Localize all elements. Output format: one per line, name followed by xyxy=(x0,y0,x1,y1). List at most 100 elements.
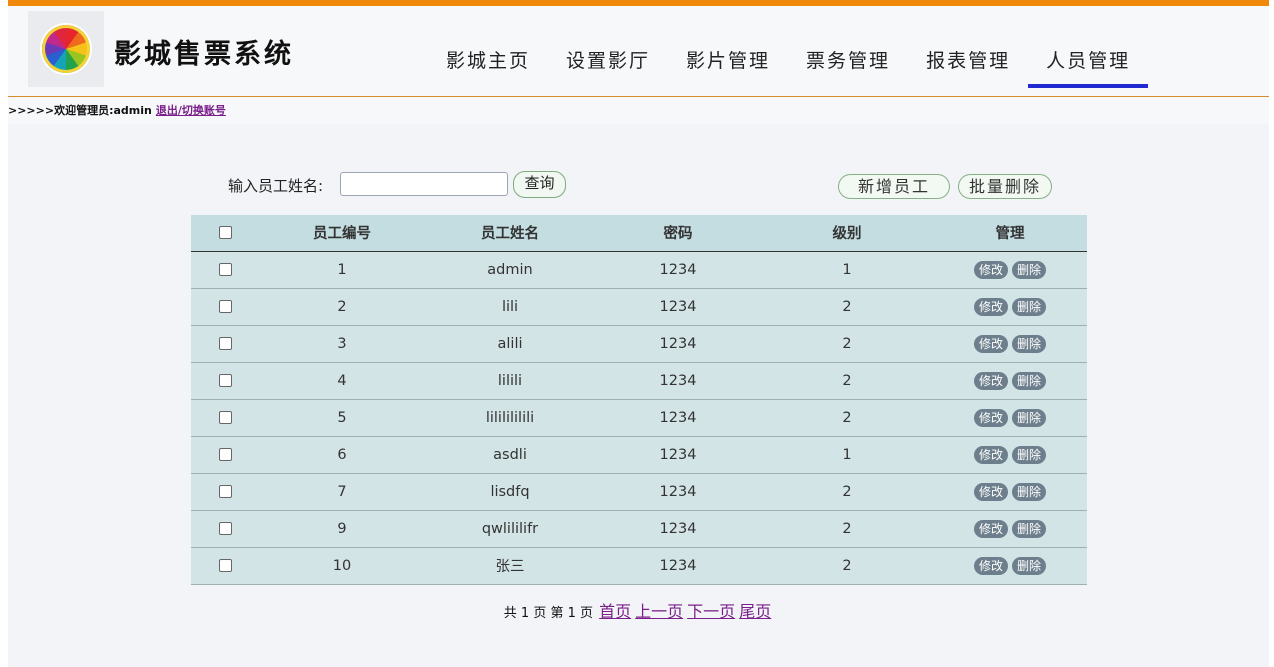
select-all-checkbox[interactable] xyxy=(218,226,232,240)
page-summary: 共 1 页 第 1 页 xyxy=(503,606,593,621)
cell-id: 2 xyxy=(259,288,425,326)
nav-item-reports[interactable]: 报表管理 xyxy=(908,46,1028,88)
cell-id: 1 xyxy=(259,251,425,289)
delete-button[interactable]: 删除 xyxy=(1012,371,1047,390)
cell-name: alili xyxy=(425,325,595,363)
nav-item-movies[interactable]: 影片管理 xyxy=(668,46,788,88)
cell-name: admin xyxy=(425,251,595,289)
batch-delete-button[interactable]: 批量删除 xyxy=(958,174,1052,199)
delete-button[interactable]: 删除 xyxy=(1012,445,1047,464)
row-checkbox[interactable] xyxy=(218,522,232,535)
last-page-link[interactable]: 尾页 xyxy=(739,602,771,621)
edit-button[interactable]: 修改 xyxy=(973,297,1008,316)
cell-id: 10 xyxy=(259,547,425,585)
row-checkbox[interactable] xyxy=(218,263,232,276)
cell-name: lililililili xyxy=(425,399,595,437)
cell-level: 2 xyxy=(761,510,933,548)
column-header-manage: 管理 xyxy=(933,215,1087,252)
nav-item-tickets[interactable]: 票务管理 xyxy=(788,46,908,88)
nav-item-staff[interactable]: 人员管理 xyxy=(1028,46,1149,88)
cell-manage: 修改 删除 xyxy=(933,362,1087,400)
cell-name: lili xyxy=(425,288,595,326)
cell-manage: 修改 删除 xyxy=(933,399,1087,437)
cell-level: 1 xyxy=(761,251,933,289)
cell-name: lisdfq xyxy=(425,473,595,511)
first-page-link[interactable]: 首页 xyxy=(599,602,631,621)
row-checkbox[interactable] xyxy=(218,559,232,572)
cell-name: qwlililifr xyxy=(425,510,595,548)
nav-item-halls[interactable]: 设置影厅 xyxy=(548,46,668,88)
delete-button[interactable]: 删除 xyxy=(1012,297,1047,316)
cell-manage: 修改 删除 xyxy=(933,288,1087,326)
cell-level: 2 xyxy=(761,362,933,400)
cell-id: 3 xyxy=(259,325,425,363)
cell-name: lilili xyxy=(425,362,595,400)
delete-button[interactable]: 删除 xyxy=(1012,334,1047,353)
app-title: 影城售票系统 xyxy=(114,39,294,70)
edit-button[interactable]: 修改 xyxy=(973,556,1008,575)
cell-password: 1234 xyxy=(595,473,761,511)
row-checkbox[interactable] xyxy=(218,300,232,313)
cell-manage: 修改 删除 xyxy=(933,510,1087,548)
color-wheel-logo-icon xyxy=(42,25,90,73)
table-header-row: 员工编号 员工姓名 密码 级别 管理 xyxy=(191,215,1087,252)
table-body: 1 admin 1234 1 修改 删除 2 lili 1234 2 修改 删除 3 alili 1234 2… xyxy=(191,251,1087,585)
table-row: 5 lililililili 1234 2 修改 删除 xyxy=(191,399,1087,437)
row-checkbox[interactable] xyxy=(218,448,232,461)
cell-password: 1234 xyxy=(595,399,761,437)
cell-name: 张三 xyxy=(425,547,595,585)
edit-button[interactable]: 修改 xyxy=(973,371,1008,390)
next-page-link[interactable]: 下一页 xyxy=(687,602,735,621)
add-employee-button[interactable]: 新增员工 xyxy=(838,174,950,199)
edit-button[interactable]: 修改 xyxy=(973,519,1008,538)
cell-password: 1234 xyxy=(595,547,761,585)
logout-link[interactable]: 退出/切换账号 xyxy=(156,104,226,117)
header: 影城售票系统 影城主页 设置影厅 影片管理 票务管理 报表管理 人员管理 xyxy=(8,6,1269,97)
table-row: 7 lisdfq 1234 2 修改 删除 xyxy=(191,473,1087,511)
column-header-level: 级别 xyxy=(761,215,933,252)
cell-level: 2 xyxy=(761,399,933,437)
column-header-name: 员工姓名 xyxy=(425,215,595,252)
cell-manage: 修改 删除 xyxy=(933,547,1087,585)
main-content: 输入员工姓名: 查询 新增员工 批量删除 员工编号 员工姓名 密码 级别 管理 … xyxy=(8,124,1269,667)
employee-name-search-input[interactable] xyxy=(340,172,508,196)
cell-password: 1234 xyxy=(595,251,761,289)
delete-button[interactable]: 删除 xyxy=(1012,519,1047,538)
prev-page-link[interactable]: 上一页 xyxy=(635,602,683,621)
cell-level: 2 xyxy=(761,547,933,585)
table-row: 10 张三 1234 2 修改 删除 xyxy=(191,547,1087,585)
cell-id: 4 xyxy=(259,362,425,400)
delete-button[interactable]: 删除 xyxy=(1012,556,1047,575)
edit-button[interactable]: 修改 xyxy=(973,334,1008,353)
row-checkbox[interactable] xyxy=(218,374,232,387)
table-row: 6 asdli 1234 1 修改 删除 xyxy=(191,436,1087,474)
cell-id: 6 xyxy=(259,436,425,474)
cell-id: 7 xyxy=(259,473,425,511)
cell-level: 2 xyxy=(761,325,933,363)
delete-button[interactable]: 删除 xyxy=(1012,482,1047,501)
search-label: 输入员工姓名: xyxy=(228,177,324,195)
edit-button[interactable]: 修改 xyxy=(973,260,1008,279)
edit-button[interactable]: 修改 xyxy=(973,445,1008,464)
pagination: 共 1 页 第 1 页 首页 上一页 下一页 尾页 xyxy=(8,598,1269,622)
row-checkbox[interactable] xyxy=(218,411,232,424)
query-button[interactable]: 查询 xyxy=(513,171,566,198)
welcome-bar: >>>>>欢迎管理员:admin 退出/切换账号 xyxy=(8,102,226,118)
edit-button[interactable]: 修改 xyxy=(973,408,1008,427)
table-row: 2 lili 1234 2 修改 删除 xyxy=(191,288,1087,326)
table-row: 9 qwlililifr 1234 2 修改 删除 xyxy=(191,510,1087,548)
nav-item-home[interactable]: 影城主页 xyxy=(428,46,548,88)
delete-button[interactable]: 删除 xyxy=(1012,260,1047,279)
cell-manage: 修改 删除 xyxy=(933,473,1087,511)
column-header-password: 密码 xyxy=(595,215,761,252)
column-header-id: 员工编号 xyxy=(259,215,425,252)
row-checkbox[interactable] xyxy=(218,337,232,350)
cell-password: 1234 xyxy=(595,436,761,474)
cell-id: 5 xyxy=(259,399,425,437)
logo xyxy=(28,11,104,87)
edit-button[interactable]: 修改 xyxy=(973,482,1008,501)
delete-button[interactable]: 删除 xyxy=(1012,408,1047,427)
cell-level: 2 xyxy=(761,288,933,326)
cell-manage: 修改 删除 xyxy=(933,251,1087,289)
row-checkbox[interactable] xyxy=(218,485,232,498)
